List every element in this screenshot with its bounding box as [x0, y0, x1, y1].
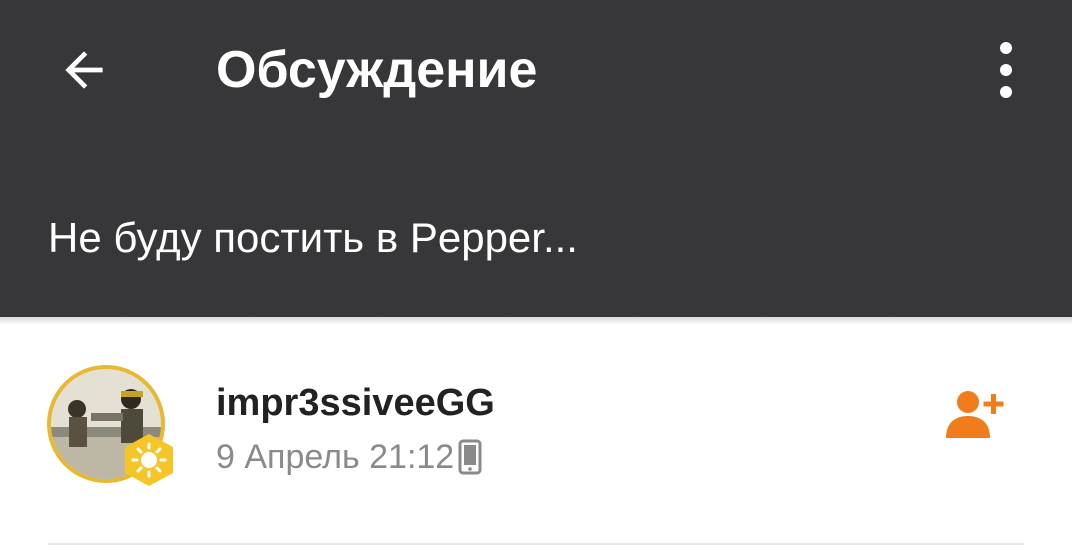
- sun-hexagon-icon: [125, 434, 173, 486]
- toolbar: Обсуждение Не буду постить в Pepper...: [0, 0, 1072, 317]
- post-author-row: impr3ssiveeGG 9 Апрель 21:12: [0, 340, 1072, 510]
- add-friend-button[interactable]: [944, 386, 1008, 442]
- discussion-topic: Не буду постить в Pepper...: [48, 214, 578, 261]
- more-options-button[interactable]: [976, 30, 1036, 110]
- author-name[interactable]: impr3ssiveeGG: [216, 380, 495, 426]
- mobile-phone-icon: [458, 439, 482, 475]
- back-button[interactable]: [44, 30, 124, 110]
- page-title: Обсуждение: [216, 41, 538, 99]
- toolbar-shadow: [0, 317, 1072, 325]
- add-friend-icon: [946, 391, 1004, 438]
- more-vertical-icon: [1000, 42, 1012, 98]
- post-meta: 9 Апрель 21:12: [216, 436, 482, 478]
- discussion-screen: Обсуждение Не буду постить в Pepper... i…: [0, 0, 1072, 545]
- arrow-left-icon: [65, 51, 103, 89]
- post-timestamp: 9 Апрель 21:12: [216, 438, 455, 476]
